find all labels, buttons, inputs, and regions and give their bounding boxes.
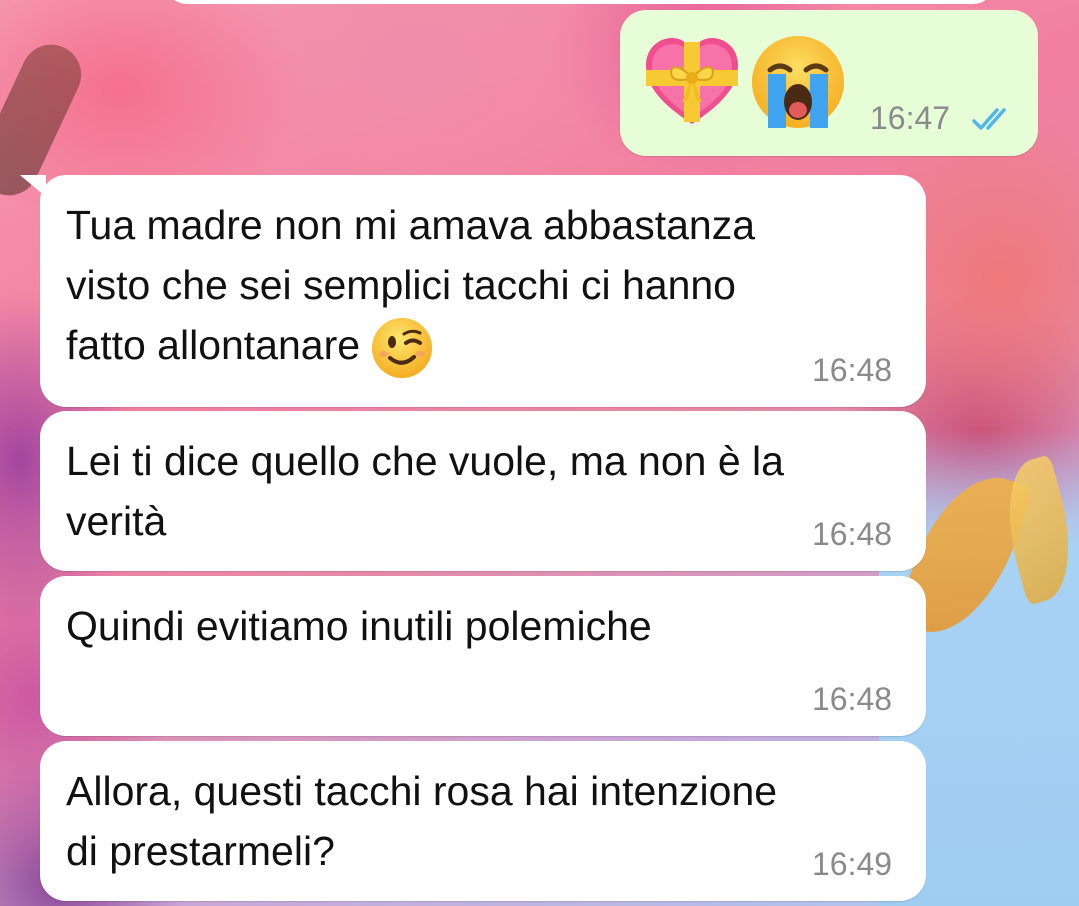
message-timestamp: 16:48	[812, 681, 893, 717]
message-timestamp: 16:47	[870, 100, 951, 136]
message-text: Allora, questi tacchi rosa hai intenzion…	[66, 768, 778, 874]
previous-message-bubble[interactable]	[165, 0, 995, 4]
heart-with-ribbon-icon	[646, 38, 738, 124]
outgoing-message-bubble[interactable]: 16:47	[620, 10, 1038, 156]
read-receipt-double-check-icon	[972, 108, 1006, 130]
message-timestamp: 16:48	[812, 352, 893, 388]
message-text: Lei ti dice quello che vuole, ma non è l…	[66, 438, 784, 544]
loudly-crying-face-icon	[752, 36, 844, 128]
incoming-message-bubble[interactable]: Lei ti dice quello che vuole, ma non è l…	[40, 411, 926, 571]
message-timestamp: 16:49	[812, 846, 893, 882]
message-text: Quindi evitiamo inutili polemiche	[66, 603, 652, 649]
message-text: Tua madre non mi amava abbastanza visto …	[66, 195, 896, 380]
message-timestamp: 16:48	[812, 516, 893, 552]
incoming-message-bubble[interactable]: Tua madre non mi amava abbastanza visto …	[40, 175, 926, 407]
winking-face-icon	[372, 318, 433, 379]
incoming-message-bubble[interactable]: Quindi evitiamo inutili polemiche 16:48	[40, 576, 926, 736]
incoming-message-bubble[interactable]: Allora, questi tacchi rosa hai intenzion…	[40, 741, 926, 901]
